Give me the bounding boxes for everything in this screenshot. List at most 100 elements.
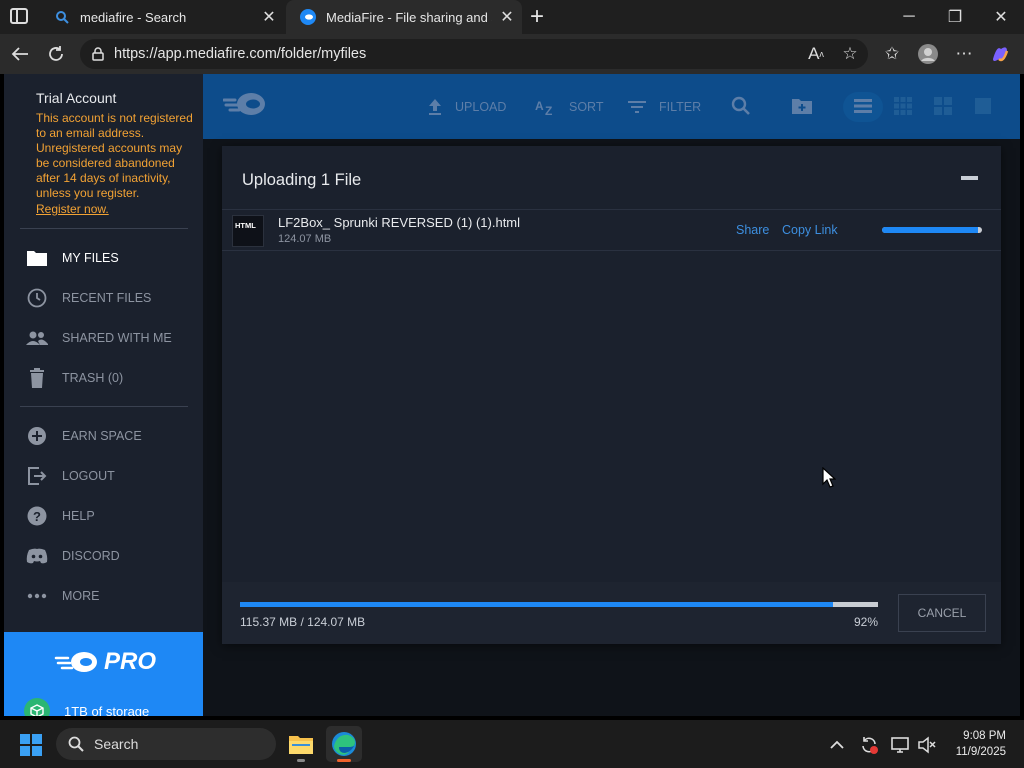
screen: mediafire - Search ✕ MediaFire - File sh… — [0, 0, 1024, 768]
new-folder-icon[interactable] — [790, 94, 814, 118]
sidebar-item-label: MORE — [62, 589, 100, 603]
sidebar-item-logout[interactable]: LOGOUT — [26, 464, 196, 488]
close-tab-icon[interactable]: ✕ — [254, 7, 284, 27]
mediafire-favicon-icon — [300, 9, 316, 25]
cube-icon — [24, 698, 50, 716]
logout-icon — [26, 465, 48, 487]
refresh-icon[interactable] — [44, 42, 68, 66]
close-window-icon[interactable]: ✕ — [978, 0, 1024, 34]
sidebar-item-label: LOGOUT — [62, 469, 115, 483]
file-progress-bar — [882, 227, 982, 233]
sidebar-item-my-files[interactable]: MY FILES — [26, 246, 196, 270]
sidebar-divider — [20, 406, 188, 407]
upload-file-row: HTML LF2Box_ Sprunki REVERSED (1) (1).ht… — [222, 209, 1001, 249]
sort-az-icon: AZ — [535, 98, 557, 116]
network-icon[interactable] — [889, 734, 911, 756]
files-toolbar: UPLOAD AZ SORT FILTER — [203, 74, 1020, 139]
windows-start-icon[interactable] — [20, 734, 42, 756]
taskbar-search[interactable]: Search — [56, 728, 276, 760]
sidebar-item-discord[interactable]: DISCORD — [26, 544, 196, 568]
sort-button[interactable]: AZ SORT — [535, 96, 604, 118]
large-view-icon[interactable] — [971, 94, 995, 118]
edge-browser-icon[interactable] — [326, 726, 362, 762]
file-progress-fill — [882, 227, 978, 233]
search-icon[interactable] — [729, 94, 753, 118]
back-icon[interactable] — [8, 42, 32, 66]
file-explorer-icon[interactable] — [283, 726, 319, 762]
pro-upsell-banner[interactable]: PRO 1TB of storage — [4, 632, 203, 716]
filter-button[interactable]: FILTER — [627, 96, 701, 118]
grid-view-icon[interactable] — [931, 94, 955, 118]
sidebar-item-earn-space[interactable]: EARN SPACE — [26, 424, 196, 448]
sidebar-item-label: HELP — [62, 509, 95, 523]
small-grid-view-icon[interactable] — [891, 94, 915, 118]
sidebar-item-trash[interactable]: TRASH (0) — [26, 366, 196, 390]
clock-time: 9:08 PM — [963, 730, 1006, 742]
more-options-icon[interactable]: ⋯ — [952, 42, 976, 66]
sync-alert-icon[interactable] — [858, 734, 880, 756]
more-icon — [26, 585, 48, 607]
sidebar-item-recent-files[interactable]: RECENT FILES — [26, 286, 196, 310]
minimize-dialog-icon[interactable] — [961, 176, 978, 180]
sidebar-item-help[interactable]: ? HELP — [26, 504, 196, 528]
register-link[interactable]: Register now. — [36, 202, 109, 216]
mouse-cursor-icon — [822, 466, 837, 494]
sort-label: SORT — [569, 100, 604, 114]
tab-title: MediaFire - File sharing and stora — [326, 9, 492, 25]
share-link[interactable]: Share — [736, 223, 769, 237]
copilot-icon[interactable] — [988, 42, 1012, 66]
windows-taskbar: Search 9:08 PM 11/9/2025 — [0, 720, 1024, 768]
read-aloud-icon[interactable]: Aʌ — [804, 42, 828, 66]
pro-label: PRO — [104, 648, 157, 675]
plus-circle-icon — [26, 425, 48, 447]
app-running-indicator — [297, 759, 305, 762]
restore-window-icon[interactable]: ❐ — [932, 0, 978, 34]
upload-dialog-footer: 115.37 MB / 124.07 MB 92% CANCEL — [222, 582, 1001, 644]
upload-button[interactable]: UPLOAD — [427, 96, 506, 118]
profile-avatar-icon[interactable] — [916, 42, 940, 66]
mediafire-logo-icon — [54, 652, 97, 672]
pro-storage-text: 1TB of storage — [64, 703, 150, 717]
favorites-icon[interactable]: ✩ — [880, 42, 904, 66]
sidebar-item-label: TRASH (0) — [62, 371, 124, 385]
pro-logo: PRO — [54, 648, 156, 676]
mediafire-app: Trial Account This account is not regist… — [4, 74, 1020, 716]
list-view-icon[interactable] — [851, 94, 875, 118]
sidebar-item-shared-with-me[interactable]: SHARED WITH ME — [26, 326, 196, 350]
sidebar-item-label: RECENT FILES — [62, 291, 152, 305]
minimize-window-icon[interactable]: ─ — [886, 0, 932, 34]
account-title: Trial Account — [36, 90, 117, 106]
sidebar-item-label: MY FILES — [62, 251, 119, 265]
total-progress-bar — [240, 602, 878, 607]
tab-mediafire-search[interactable]: mediafire - Search ✕ — [40, 0, 284, 34]
url-text: https://app.mediafire.com/folder/myfiles — [114, 46, 367, 62]
sidebar-divider — [20, 228, 188, 229]
copy-link[interactable]: Copy Link — [782, 223, 838, 237]
sidebar-item-more[interactable]: MORE — [26, 584, 196, 608]
volume-muted-icon[interactable] — [916, 734, 938, 756]
mediafire-logo-icon[interactable] — [222, 90, 267, 123]
html-file-icon: HTML — [232, 215, 264, 247]
url-field[interactable]: https://app.mediafire.com/folder/myfiles — [80, 39, 868, 69]
upload-dialog: Uploading 1 File HTML LF2Box_ Sprunki RE… — [222, 146, 1001, 644]
favorite-star-icon[interactable]: ☆ — [838, 42, 862, 66]
taskbar-clock[interactable]: 9:08 PM 11/9/2025 — [944, 728, 1006, 760]
filter-icon — [627, 100, 647, 114]
upload-dialog-title: Uploading 1 File — [242, 171, 362, 189]
app-active-indicator — [337, 759, 351, 762]
file-size: 124.07 MB — [278, 233, 332, 245]
tab-mediafire-active[interactable]: MediaFire - File sharing and stora ✕ — [286, 0, 522, 34]
sidebar-item-label: EARN SPACE — [62, 429, 142, 443]
chevron-up-icon[interactable] — [826, 734, 848, 756]
close-tab-icon[interactable]: ✕ — [492, 7, 522, 27]
search-icon — [54, 9, 70, 25]
tab-actions-icon[interactable] — [10, 8, 28, 24]
address-bar-row: https://app.mediafire.com/folder/myfiles… — [0, 34, 1024, 74]
sidebar: Trial Account This account is not regist… — [4, 74, 203, 716]
upload-label: UPLOAD — [455, 100, 507, 114]
upload-icon — [427, 98, 443, 116]
taskbar-search-label: Search — [94, 736, 139, 752]
cancel-button[interactable]: CANCEL — [898, 594, 986, 632]
new-tab-icon[interactable]: + — [530, 3, 544, 31]
sidebar-item-label: SHARED WITH ME — [62, 331, 172, 345]
